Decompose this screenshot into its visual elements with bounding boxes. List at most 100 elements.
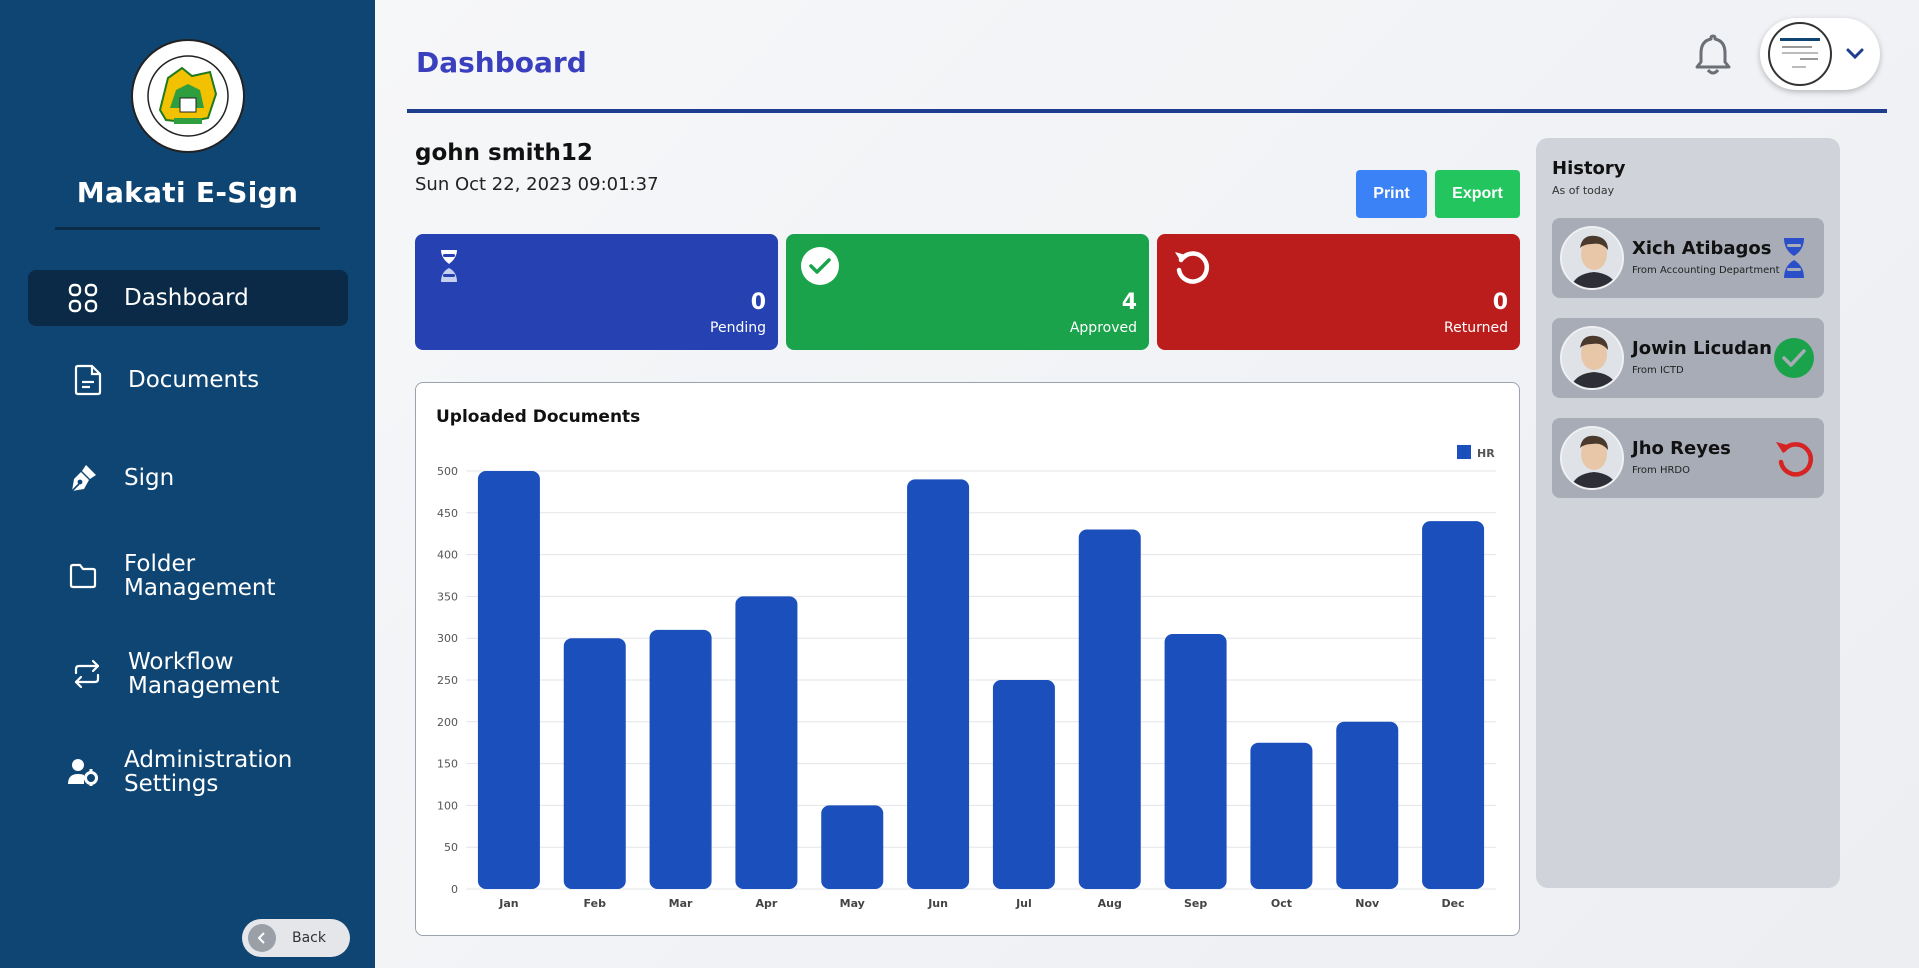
user-gear-icon [66, 755, 100, 789]
history-panel: History As of today Xich Atibagos From A… [1536, 138, 1840, 888]
stat-label: Pending [710, 320, 766, 336]
grid-icon [66, 281, 100, 315]
current-datetime: Sun Oct 22, 2023 09:01:37 [415, 174, 659, 195]
x-tick-label: Aug [1098, 897, 1122, 910]
chevron-down-icon [1846, 48, 1864, 60]
chevron-left-icon [248, 924, 276, 952]
hourglass-icon [441, 250, 457, 282]
repeat-arrows-icon [70, 657, 104, 691]
y-tick-label: 0 [451, 883, 458, 896]
stat-label: Returned [1444, 320, 1508, 336]
history-department: From ICTD [1632, 365, 1684, 376]
stat-card-approved[interactable]: 4 Approved [786, 234, 1149, 350]
history-item[interactable]: Jho Reyes From HRDO [1552, 418, 1824, 498]
x-tick-label: Feb [584, 897, 607, 910]
sidebar-item-label: Folder Management [124, 551, 276, 601]
y-tick-label: 450 [437, 507, 458, 520]
document-icon [70, 363, 104, 397]
export-button[interactable]: Export [1435, 170, 1520, 218]
sidebar-item-documents[interactable]: Documents [28, 360, 348, 400]
x-tick-label: Jul [1015, 897, 1032, 910]
folder-icon [66, 559, 100, 593]
undo-icon [1175, 251, 1209, 284]
x-tick-label: Sep [1184, 897, 1207, 910]
username: gohn smith12 [415, 140, 593, 166]
sidebar-item-dashboard[interactable]: Dashboard [28, 270, 348, 326]
y-tick-label: 100 [437, 799, 458, 812]
bar [1078, 529, 1141, 889]
check-circle-icon [1774, 338, 1814, 378]
avatar [1768, 22, 1832, 86]
stat-value: 0 [1492, 290, 1508, 315]
page-title: Dashboard [416, 46, 587, 79]
legend-swatch [1457, 445, 1471, 459]
sidebar-item-folder-management[interactable]: Folder Management [28, 552, 348, 600]
y-tick-label: 500 [437, 465, 458, 478]
uploaded-documents-chart-card: Uploaded Documents 0 50 100 150 200 250 300 350… [415, 382, 1520, 936]
y-tick-label: 150 [437, 758, 458, 771]
x-tick-label: May [840, 897, 865, 910]
sidebar-item-label: Sign [124, 465, 175, 491]
print-button[interactable]: Print [1356, 170, 1427, 218]
bar [1336, 721, 1399, 889]
y-tick-label: 250 [437, 674, 458, 687]
x-tick-label: Dec [1442, 897, 1465, 910]
x-tick-label: Jun [927, 897, 948, 910]
hourglass-icon [1784, 238, 1804, 278]
makati-seal-logo [131, 39, 245, 153]
x-tick-label: Mar [669, 897, 693, 910]
avatar [1560, 226, 1624, 290]
avatar [1560, 326, 1624, 390]
uploaded-documents-chart: 0 50 100 150 200 250 300 350 400 450 500 Jan Feb Mar A… [437, 445, 1496, 910]
undo-icon [1776, 442, 1813, 477]
brand-divider [55, 227, 320, 230]
stat-value: 0 [750, 290, 766, 315]
sidebar: Makati E-Sign Dashboard Documents Sign F… [0, 0, 375, 968]
x-tick-label: Jan [498, 897, 518, 910]
bar [907, 479, 970, 889]
y-tick-label: 50 [444, 841, 458, 854]
bar [1250, 742, 1313, 889]
history-subtitle: As of today [1552, 184, 1615, 197]
bar [1422, 521, 1485, 889]
bell-icon[interactable] [1692, 32, 1734, 76]
back-button[interactable]: Back [242, 919, 350, 957]
x-tick-label: Apr [756, 897, 778, 910]
history-department: From Accounting Department [1632, 265, 1780, 276]
x-tick-label: Nov [1355, 897, 1380, 910]
profile-menu[interactable] [1760, 18, 1880, 90]
legend-label: HR [1477, 447, 1495, 460]
history-item[interactable]: Jowin Licudan From ICTD [1552, 318, 1824, 398]
brand-name: Makati E-Sign [76, 176, 299, 209]
stat-card-returned[interactable]: 0 Returned [1157, 234, 1520, 350]
sidebar-item-label: Workflow Management [128, 649, 280, 699]
stat-card-pending[interactable]: 0 Pending [415, 234, 778, 350]
back-label: Back [292, 930, 326, 946]
history-item[interactable]: Xich Atibagos From Accounting Department [1552, 218, 1824, 298]
pen-nib-icon [66, 461, 100, 495]
sidebar-item-label: Administration Settings [124, 747, 293, 797]
sidebar-item-sign[interactable]: Sign [28, 458, 348, 498]
stat-label: Approved [1069, 320, 1137, 336]
x-tick-label: Oct [1271, 897, 1292, 910]
history-name: Xich Atibagos [1632, 238, 1772, 259]
header-divider [407, 109, 1887, 113]
sidebar-item-administration-settings[interactable]: Administration Settings [28, 748, 348, 796]
sidebar-item-workflow-management[interactable]: Workflow Management [28, 650, 348, 698]
bar [735, 596, 798, 889]
bar [649, 629, 712, 889]
y-tick-label: 200 [437, 716, 458, 729]
y-tick-label: 400 [437, 549, 458, 562]
history-department: From HRDO [1632, 465, 1690, 476]
y-tick-label: 350 [437, 590, 458, 603]
sidebar-item-label: Documents [128, 367, 260, 393]
avatar [1560, 426, 1624, 490]
sidebar-item-label: Dashboard [124, 285, 249, 311]
bar [821, 805, 884, 889]
y-tick-label: 300 [437, 632, 458, 645]
check-circle-icon [801, 247, 839, 285]
stat-value: 4 [1121, 290, 1137, 315]
bar [477, 471, 540, 889]
bar [563, 638, 626, 889]
bar [992, 680, 1055, 889]
